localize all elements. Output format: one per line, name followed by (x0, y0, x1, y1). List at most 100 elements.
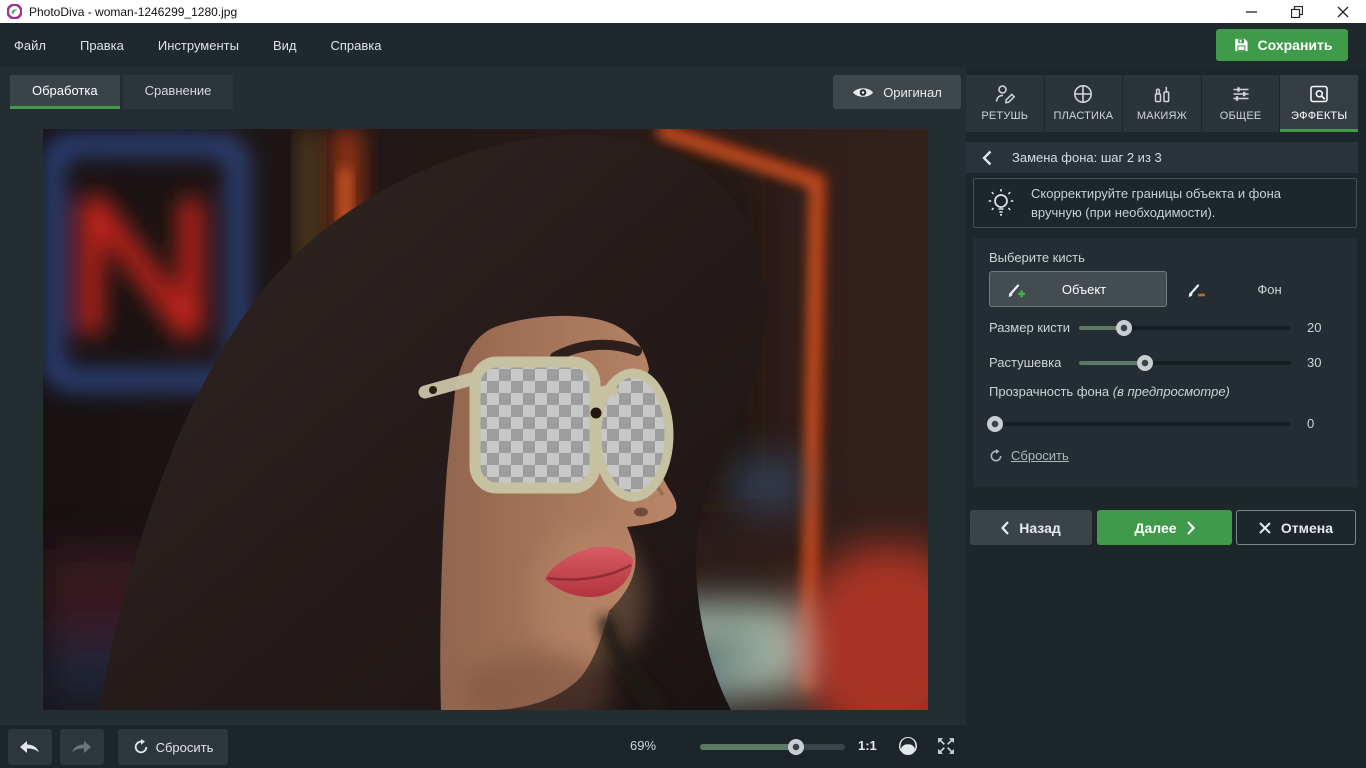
menu-file[interactable]: Файл (0, 38, 63, 53)
next-label: Далее (1134, 520, 1176, 536)
panel-tab-plastic[interactable]: ПЛАСТИКА (1045, 75, 1123, 132)
panel-tab-effects[interactable]: ЭФФЕКТЫ (1280, 75, 1358, 132)
eye-icon (852, 86, 874, 99)
panel-tab-common-label: ОБЩЕЕ (1220, 110, 1262, 122)
chevron-right-icon (1187, 521, 1195, 535)
brush-settings-section: Выберите кисть Объект Ф (973, 238, 1357, 487)
effects-icon (1307, 82, 1331, 106)
menu-tools[interactable]: Инструменты (141, 38, 256, 53)
menu-bar: Файл Правка Инструменты Вид Справка Сохр… (0, 23, 1366, 67)
undo-icon (18, 738, 42, 756)
canvas-area: Обработка Сравнение Оригинал (0, 67, 966, 725)
tip-box: Скорректируйте границы объекта и фона вр… (973, 178, 1357, 228)
brush-size-label: Размер кисти (989, 320, 1070, 335)
cancel-label: Отмена (1281, 520, 1333, 536)
feather-handle[interactable] (1137, 355, 1153, 371)
background-brush-label: Фон (1206, 282, 1333, 297)
action-row: Назад Далее Отмена (966, 510, 1358, 545)
object-brush-label: Объект (1026, 282, 1142, 297)
background-brush-icon (1186, 279, 1206, 299)
face-zoom-icon[interactable] (898, 736, 918, 756)
bg-opacity-label: Прозрачность фона (в предпросмотре) (989, 384, 1230, 399)
brush-size-row: Размер кисти 20 (989, 318, 1341, 338)
save-button[interactable]: Сохранить (1216, 29, 1348, 61)
panel-tab-retouch-label: РЕТУШЬ (981, 110, 1028, 122)
save-icon (1232, 36, 1250, 54)
photo-canvas[interactable] (43, 129, 928, 710)
brush-size-value: 20 (1307, 320, 1341, 335)
panel-tab-makeup-label: МАКИЯЖ (1137, 110, 1187, 122)
close-x-icon (1259, 522, 1271, 534)
restore-button[interactable] (1274, 0, 1320, 23)
object-brush-icon (1006, 279, 1026, 299)
reset-label: Сбросить (156, 740, 214, 755)
panel-tabs: РЕТУШЬ ПЛАСТИКА МАКИЯЖ (966, 75, 1358, 132)
brush-size-slider[interactable] (1079, 320, 1291, 336)
menu-edit[interactable]: Правка (63, 38, 141, 53)
feather-value: 30 (1307, 355, 1341, 370)
makeup-icon (1150, 82, 1174, 106)
step-title: Замена фона: шаг 2 из 3 (1012, 150, 1162, 165)
bg-opacity-row: 0 (989, 414, 1341, 434)
original-button[interactable]: Оригинал (833, 75, 961, 109)
title-bar: PhotoDiva - woman-1246299_1280.jpg (0, 0, 1366, 23)
save-label: Сохранить (1258, 37, 1333, 53)
back-button[interactable]: Назад (970, 510, 1092, 545)
retouch-icon (993, 82, 1017, 106)
app-logo-icon (7, 4, 22, 19)
redo-icon (70, 738, 94, 756)
feather-label: Растушевка (989, 355, 1061, 370)
back-chevron-icon[interactable] (982, 150, 992, 166)
reset-settings-label: Сбросить (1011, 448, 1069, 463)
minimize-button[interactable] (1228, 0, 1274, 23)
panel-tab-makeup[interactable]: МАКИЯЖ (1123, 75, 1201, 132)
panel-tab-common[interactable]: ОБЩЕЕ (1202, 75, 1280, 132)
menu-help[interactable]: Справка (313, 38, 398, 53)
feather-slider[interactable] (1079, 355, 1291, 371)
original-label: Оригинал (883, 85, 942, 100)
zoom-slider-handle[interactable] (788, 739, 804, 755)
actual-size-button[interactable]: 1:1 (858, 738, 877, 753)
tab-comparison-label: Сравнение (145, 83, 212, 98)
step-header: Замена фона: шаг 2 из 3 (966, 142, 1358, 173)
tab-processing[interactable]: Обработка (10, 75, 120, 109)
background-brush-button[interactable]: Фон (1170, 271, 1357, 307)
brush-row: Объект Фон (973, 271, 1357, 307)
reset-button[interactable]: Сбросить (118, 729, 228, 765)
brush-size-handle[interactable] (1116, 320, 1132, 336)
view-tabs: Обработка Сравнение (10, 75, 233, 109)
cancel-button[interactable]: Отмена (1236, 510, 1356, 545)
bg-opacity-value: 0 (1307, 416, 1341, 431)
reset-icon (133, 739, 149, 755)
tools-panel: РЕТУШЬ ПЛАСТИКА МАКИЯЖ (966, 67, 1366, 768)
common-icon (1229, 82, 1253, 106)
zoom-slider[interactable] (700, 739, 845, 755)
menu-view[interactable]: Вид (256, 38, 314, 53)
lightbulb-icon (987, 188, 1015, 218)
window-controls (1228, 0, 1366, 23)
back-label: Назад (1019, 520, 1061, 536)
chevron-left-icon (1001, 521, 1009, 535)
tab-processing-label: Обработка (32, 83, 98, 98)
status-bar: Сбросить 69% 1:1 (0, 725, 966, 768)
panel-tab-effects-label: ЭФФЕКТЫ (1291, 110, 1347, 122)
panel-tab-plastic-label: ПЛАСТИКА (1054, 110, 1114, 122)
object-brush-button[interactable]: Объект (989, 271, 1167, 307)
undo-button[interactable] (8, 729, 52, 765)
window-title: PhotoDiva - woman-1246299_1280.jpg (29, 5, 237, 19)
reset-settings-link[interactable]: Сбросить (989, 448, 1069, 463)
redo-button[interactable] (60, 729, 104, 765)
fullscreen-icon[interactable] (936, 736, 956, 756)
close-button[interactable] (1320, 0, 1366, 23)
feather-row: Растушевка 30 (989, 353, 1341, 373)
panel-tab-retouch[interactable]: РЕТУШЬ (966, 75, 1044, 132)
reset-settings-icon (989, 449, 1003, 463)
tip-text: Скорректируйте границы объекта и фона вр… (1031, 184, 1281, 222)
next-button[interactable]: Далее (1097, 510, 1232, 545)
zoom-level: 69% (630, 738, 670, 753)
plastic-icon (1071, 82, 1095, 106)
bg-opacity-slider[interactable] (989, 416, 1291, 432)
brush-select-label: Выберите кисть (989, 250, 1085, 265)
bg-opacity-handle[interactable] (987, 416, 1003, 432)
tab-comparison[interactable]: Сравнение (123, 75, 234, 109)
